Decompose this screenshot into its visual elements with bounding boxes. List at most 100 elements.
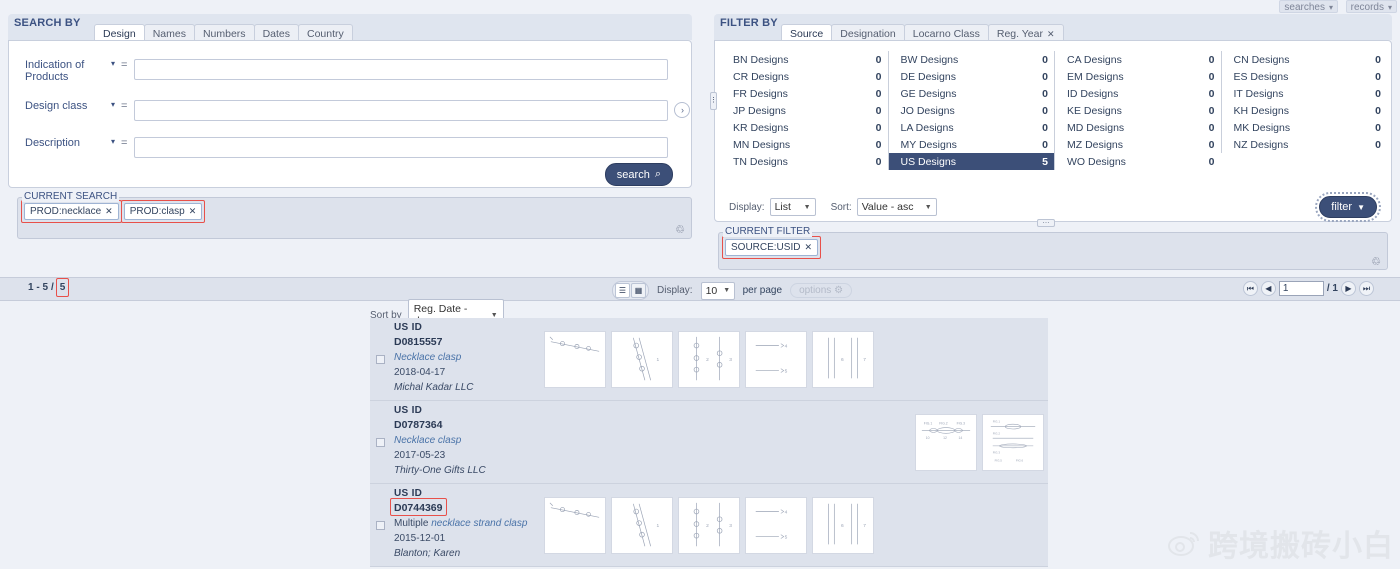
filter-cell-label: DE Designs (900, 70, 956, 83)
prev-page-button[interactable]: ◀ (1260, 281, 1276, 296)
first-page-button[interactable]: ⏮ (1242, 281, 1258, 296)
svg-text:2: 2 (706, 522, 709, 528)
filter-cell-de-designs[interactable]: DE Designs 0 (887, 68, 1055, 85)
result-title[interactable]: Necklace clasp (394, 352, 540, 363)
filter-cell-md-designs[interactable]: MD Designs 0 (1054, 119, 1221, 136)
field-caret-icon[interactable]: ▾ (111, 137, 115, 146)
design-thumbnail[interactable]: 67 (812, 330, 874, 388)
filter-cell-cn-designs[interactable]: CN Designs 0 (1220, 51, 1388, 68)
design-thumbnail[interactable]: 67 (812, 496, 874, 554)
display-label: Display: (657, 285, 693, 296)
result-row[interactable]: US ID D0744369 Multiple necklace strand cl… (370, 484, 1048, 567)
result-date: 2018-04-17 (394, 367, 446, 378)
result-number[interactable]: D0787364 (394, 419, 442, 431)
design-thumbnail[interactable]: 1 (611, 330, 673, 388)
filter-cell-it-designs[interactable]: IT Designs 0 (1220, 85, 1388, 102)
filter-cell-es-designs[interactable]: ES Designs 0 (1220, 68, 1388, 85)
clear-current-search-icon[interactable]: ♲ (675, 223, 685, 236)
filter-cell-cr-designs[interactable]: CR Designs 0 (721, 68, 888, 85)
gear-icon: ⚙ (834, 285, 844, 296)
next-page-button[interactable]: ▶ (1341, 281, 1356, 296)
result-row[interactable]: US ID D0787364 Necklace clasp 2017-05-23 Thi… (370, 401, 1048, 484)
filter-cell-wo-designs[interactable]: WO Designs 0 (1054, 153, 1221, 170)
current-search-chip[interactable]: PROD:clasp ✕ (123, 203, 203, 220)
options-button[interactable]: options ⚙ (790, 283, 853, 298)
filter-cell-kr-designs[interactable]: KR Designs 0 (721, 119, 888, 136)
filter-sort-select[interactable]: Value - asc ▼ (856, 198, 937, 216)
filter-cell-label: TN Designs (733, 155, 788, 168)
design-thumbnail[interactable]: 1 (611, 496, 673, 554)
horizontal-splitter-handle[interactable]: ⋯ (1037, 219, 1055, 227)
close-icon[interactable]: ✕ (804, 242, 812, 253)
close-icon[interactable]: ✕ (105, 206, 113, 217)
last-page-button[interactable]: ⏭ (1359, 281, 1374, 296)
filter-cell-fr-designs[interactable]: FR Designs 0 (721, 85, 888, 102)
close-icon[interactable]: ✕ (189, 206, 197, 217)
filter-cell-mn-designs[interactable]: MN Designs 0 (721, 136, 888, 153)
result-number[interactable]: D0815557 (394, 336, 442, 348)
filter-cell-count: 0 (1042, 53, 1048, 66)
design-thumbnail[interactable] (544, 330, 606, 388)
close-icon[interactable]: ✕ (1047, 29, 1055, 39)
result-number[interactable]: D0744369 (394, 502, 442, 514)
field-caret-icon[interactable]: ▾ (111, 59, 115, 68)
filter-cell-bw-designs[interactable]: BW Designs 0 (887, 51, 1055, 68)
filter-cell-tn-designs[interactable]: TN Designs 0 (721, 153, 888, 170)
design-thumbnail[interactable]: 23 (678, 330, 740, 388)
list-view-icon[interactable]: ☰ (615, 283, 630, 298)
design-thumbnail[interactable]: 23 (678, 496, 740, 554)
clear-current-filter-icon[interactable]: ♲ (1371, 255, 1381, 268)
searches-dropdown[interactable]: searches ▾ (1279, 0, 1338, 13)
result-title[interactable]: Necklace clasp (394, 435, 540, 446)
filter-cell-la-designs[interactable]: LA Designs 0 (887, 119, 1055, 136)
design-thumbnail[interactable]: FIG.1 FIG.2 FIG.3 FIG.5 FIG.6 (982, 413, 1044, 471)
filter-cell-mz-designs[interactable]: MZ Designs 0 (1054, 136, 1221, 153)
result-title[interactable]: Multiple necklace strand clasp (394, 518, 540, 529)
result-owner: Blanton; Karen (394, 548, 461, 559)
select-row-checkbox[interactable] (375, 437, 385, 447)
filter-cell-kh-designs[interactable]: KH Designs 0 (1220, 102, 1388, 119)
view-mode-toggle[interactable]: ☰ ▦ (612, 281, 649, 300)
design-thumbnail[interactable]: 45 (745, 496, 807, 554)
filter-cell-id-designs[interactable]: ID Designs 0 (1054, 85, 1221, 102)
filter-cell-ca-designs[interactable]: CA Designs 0 (1054, 51, 1221, 68)
field-operator-design-class[interactable]: = (121, 100, 127, 112)
filter-panel-body: BN Designs 0 BW Designs 0 CA Designs 0 CN Desi… (714, 40, 1392, 222)
indication-of-products-input[interactable] (134, 59, 669, 80)
filter-cell-label: MY Designs (900, 138, 957, 151)
per-page-select[interactable]: 10 ▼ (700, 281, 735, 300)
result-row[interactable]: US ID D0815557 Necklace clasp 2018-04-17 Mic… (370, 318, 1048, 401)
filter-cell-jo-designs[interactable]: JO Designs 0 (887, 102, 1055, 119)
grid-view-icon[interactable]: ▦ (631, 283, 646, 298)
design-thumbnail[interactable] (544, 496, 606, 554)
filter-cell-em-designs[interactable]: EM Designs 0 (1054, 68, 1221, 85)
select-row-checkbox[interactable] (375, 354, 385, 364)
filter-cell-mk-designs[interactable]: MK Designs 0 (1220, 119, 1388, 136)
filter-cell-ke-designs[interactable]: KE Designs 0 (1054, 102, 1221, 119)
design-thumbnail[interactable]: FIG.1 FIG.2 FIG.3 10 12 14 (915, 413, 977, 471)
filter-display-select[interactable]: List ▼ (769, 198, 816, 216)
filter-cell-bn-designs[interactable]: BN Designs 0 (721, 51, 888, 68)
records-dropdown[interactable]: records ▾ (1345, 0, 1397, 13)
current-search-chip[interactable]: PROD:necklace ✕ (24, 203, 119, 220)
filter-cell-ge-designs[interactable]: GE Designs 0 (887, 85, 1055, 102)
current-filter-chip[interactable]: SOURCE:USID ✕ (725, 239, 818, 256)
svg-text:FIG.3: FIG.3 (993, 450, 1001, 454)
design-class-input[interactable] (134, 100, 669, 121)
filter-cell-jp-designs[interactable]: JP Designs 0 (721, 102, 888, 119)
filter-cell-my-designs[interactable]: MY Designs 0 (887, 136, 1055, 153)
search-button[interactable]: search ⌕ (604, 163, 673, 186)
field-operator-description[interactable]: = (121, 137, 127, 149)
filter-button[interactable]: filter ▼ (1315, 192, 1381, 222)
design-thumbnail[interactable]: 45 (745, 330, 807, 388)
select-row-checkbox[interactable] (375, 520, 385, 530)
field-operator-indication-of-products[interactable]: = (121, 59, 127, 71)
filter-cell-nz-designs[interactable]: NZ Designs 0 (1220, 136, 1388, 153)
chevron-right-icon[interactable]: › (674, 102, 691, 118)
current-filter-box: SOURCE:USID ✕ ♲ (718, 232, 1388, 270)
page-number-input[interactable]: 1 (1278, 281, 1324, 296)
vertical-splitter-handle[interactable]: ⋮ (710, 92, 717, 110)
description-input[interactable] (134, 137, 669, 158)
filter-cell-us-designs[interactable]: US Designs 5 (887, 153, 1054, 170)
field-caret-icon[interactable]: ▾ (111, 100, 115, 109)
